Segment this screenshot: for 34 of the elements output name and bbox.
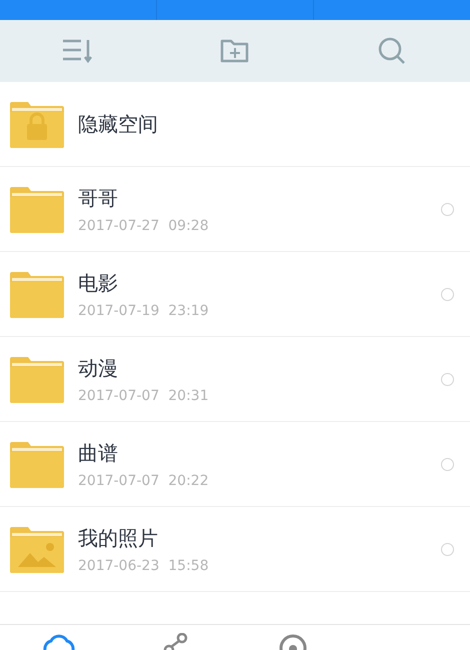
folder-icon	[10, 355, 64, 403]
file-row[interactable]: 我的照片 2017-06-23 15:58	[0, 507, 470, 592]
sort-icon	[62, 38, 94, 64]
file-name: 动漫	[78, 354, 118, 382]
select-radio[interactable]	[441, 458, 454, 470]
file-date: 2017-07-07 20:31	[78, 388, 209, 404]
select-radio[interactable]	[441, 542, 454, 556]
search-icon	[378, 37, 406, 65]
eye-icon	[278, 633, 308, 650]
folder-icon	[10, 440, 64, 488]
file-row[interactable]: 动漫 2017-07-07 20:31	[0, 337, 470, 422]
select-radio[interactable]	[441, 202, 454, 216]
folder-icon	[10, 185, 64, 233]
share-icon	[162, 633, 188, 650]
file-name: 电影	[78, 270, 118, 296]
new-folder-icon	[220, 38, 250, 64]
file-date: 2017-07-19 23:19	[78, 302, 209, 318]
file-date: 2017-07-27 09:28	[78, 218, 209, 234]
file-name: 隐藏空间	[78, 110, 158, 138]
file-row[interactable]: 电影 2017-07-19 23:19	[0, 252, 470, 337]
folder-icon	[10, 270, 64, 318]
cloud-icon	[42, 633, 76, 650]
file-name: 哥哥	[78, 184, 118, 212]
photo-folder-icon	[10, 525, 64, 573]
locked-folder-icon	[10, 100, 64, 148]
file-name: 我的照片	[78, 524, 158, 552]
select-radio[interactable]	[441, 288, 454, 300]
file-date: 2017-06-23 15:58	[78, 558, 209, 574]
file-date: 2017-07-07 20:22	[78, 472, 209, 488]
file-row[interactable]: 哥哥 2017-07-27 09:28	[0, 167, 470, 252]
select-radio[interactable]	[441, 372, 454, 386]
file-name: 曲谱	[78, 440, 118, 466]
file-row[interactable]: 隐藏空间	[0, 82, 470, 167]
file-row[interactable]: 曲谱 2017-07-07 20:22	[0, 422, 470, 507]
